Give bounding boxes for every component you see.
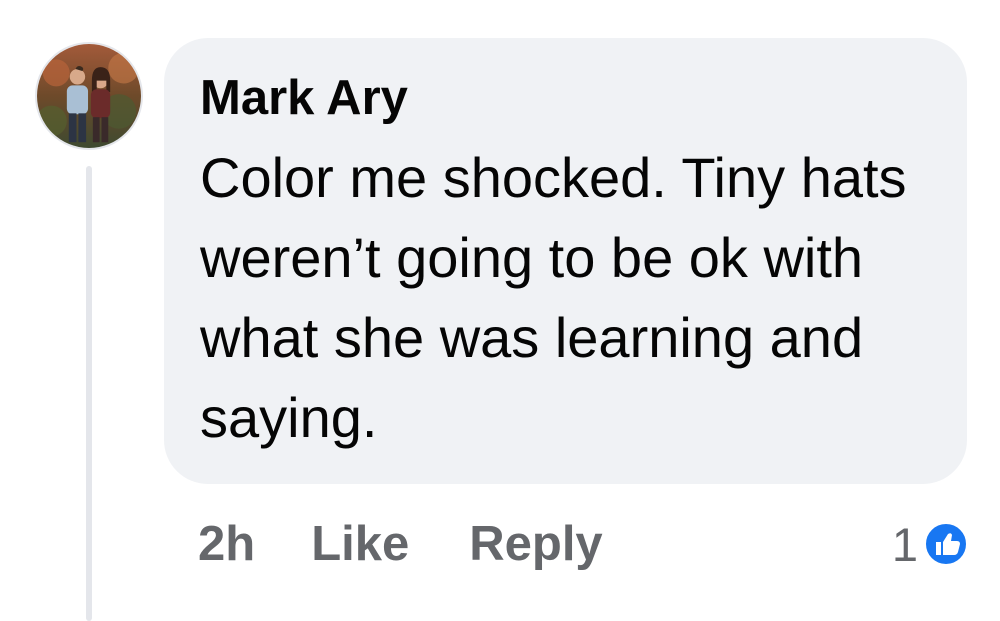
comment-timestamp[interactable]: 2h <box>198 516 255 572</box>
avatar[interactable] <box>35 42 143 150</box>
like-button[interactable]: Like <box>311 516 409 572</box>
reply-thread-line <box>86 166 92 621</box>
reaction-count: 1 <box>891 517 918 571</box>
comment-text: Color me shocked. Tiny hats weren’t goin… <box>200 146 907 449</box>
reply-button[interactable]: Reply <box>469 516 602 572</box>
profile-photo <box>37 44 141 148</box>
like-icon <box>924 522 968 566</box>
reaction-summary[interactable]: 1 <box>892 514 968 574</box>
comment-author[interactable]: Mark Ary <box>200 68 937 128</box>
comment-actions: 2h Like Reply <box>198 512 603 576</box>
comment-bubble: Mark Ary Color me shocked. Tiny hats wer… <box>164 38 967 484</box>
